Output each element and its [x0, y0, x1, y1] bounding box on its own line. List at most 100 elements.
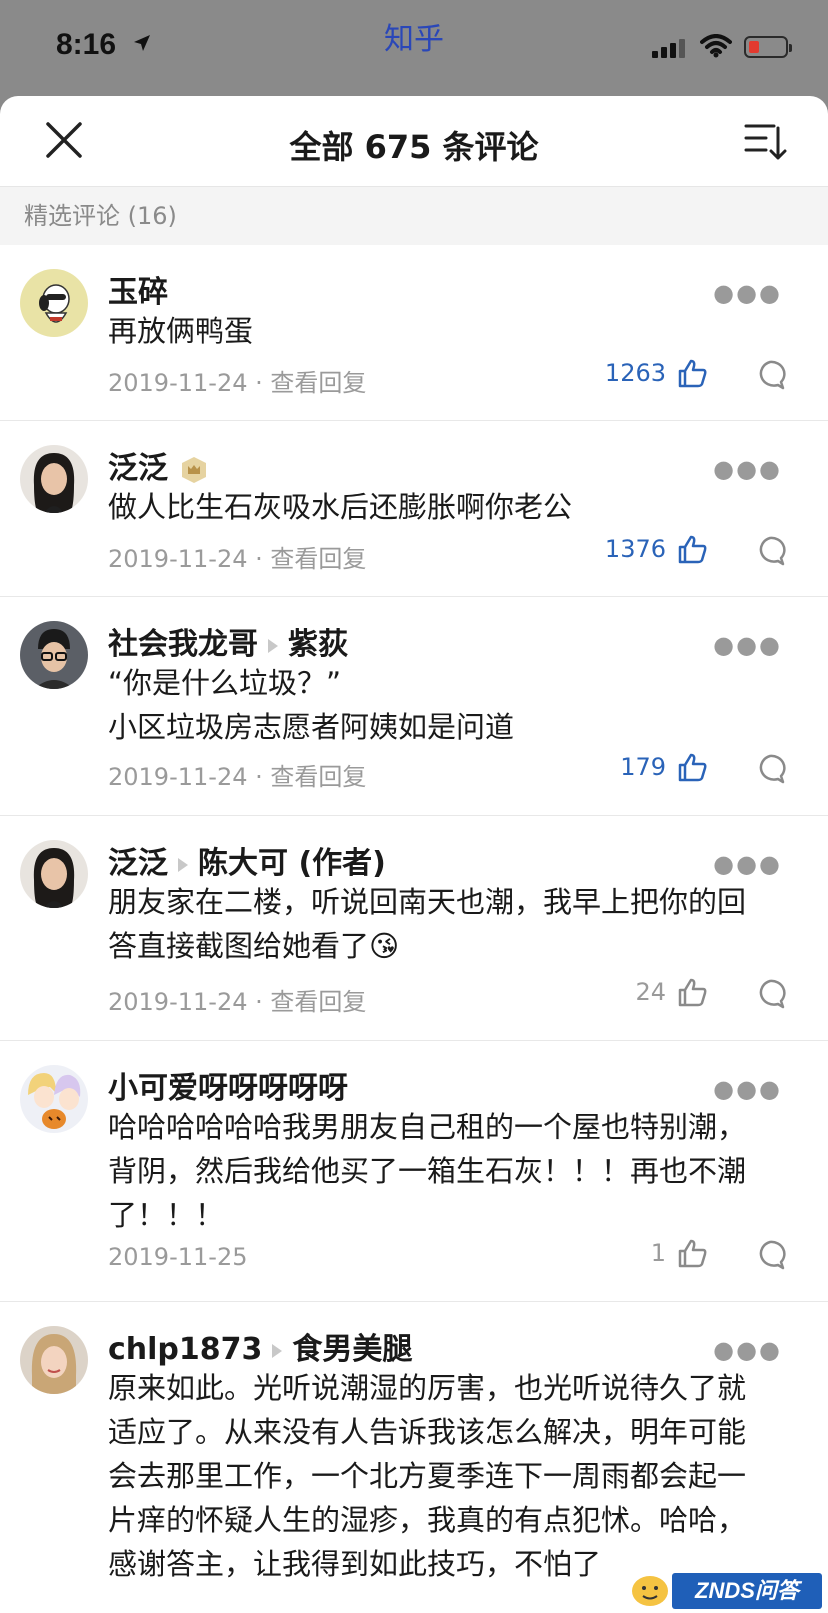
reply-icon[interactable] [754, 359, 786, 391]
comments-sheet: 全部 675 条评论 精选评论 (16) 玉碎 ●●● 再放俩鸭蛋 2019-1… [0, 96, 828, 1613]
watermark-logo: ZNDS问答 [672, 1573, 822, 1609]
view-replies-link[interactable]: · 查看回复 [255, 369, 366, 397]
comment-line: 背阴，然后我给他买了一箱生石灰！！！再也不潮 [108, 1154, 747, 1188]
comment-item: chlp1873 食男美腿 ●●● 原来如此。光听说潮湿的厉害，也光听说待久了就 … [0, 1302, 828, 1613]
more-options-icon[interactable]: ●●● [713, 279, 782, 307]
comment-author[interactable]: 小可爱呀呀呀呀呀 [108, 1063, 348, 1107]
view-replies-link[interactable]: · 查看回复 [255, 763, 366, 791]
cellular-signal-icon [652, 39, 685, 58]
comment-content: 朋友家在二楼，听说回南天也潮，我早上把你的回 答直接截图给她看了😘 [108, 880, 786, 968]
more-options-icon[interactable]: ●●● [713, 1075, 782, 1103]
like-button[interactable]: 1263 [605, 357, 708, 389]
thumbs-up-icon [678, 359, 707, 388]
featured-comments-header: 精选评论 (16) [0, 187, 828, 245]
thumbs-up-icon [678, 978, 707, 1007]
reply-arrow-icon [272, 1343, 283, 1358]
comment-line: 原来如此。光听说潮湿的厉害，也光听说待久了就 [108, 1371, 747, 1405]
reply-to-name[interactable]: 陈大可 (作者) [198, 846, 386, 881]
reply-icon[interactable] [754, 978, 786, 1010]
reply-icon[interactable] [754, 1239, 786, 1271]
like-button[interactable]: 179 [620, 751, 708, 783]
comment-author[interactable]: 泛泛 陈大可 (作者) [108, 838, 386, 882]
wifi-icon [700, 34, 732, 58]
reply-to-name[interactable]: 食男美腿 [292, 1332, 412, 1367]
comment-date: 2019-11-25 [108, 1243, 248, 1271]
more-options-icon[interactable]: ●●● [713, 631, 782, 659]
like-count: 1 [650, 1239, 666, 1267]
author-name[interactable]: chlp1873 [108, 1332, 262, 1367]
status-bar: 8:16 知乎 [0, 0, 828, 100]
comment-line: 再放俩鸭蛋 [108, 314, 254, 348]
more-options-icon[interactable]: ●●● [713, 1336, 782, 1364]
like-button[interactable]: 24 [635, 976, 708, 1008]
avatar[interactable] [20, 269, 88, 337]
like-button[interactable]: 1376 [605, 533, 708, 565]
comment-line: 适应了。从来没有人告诉我该怎么解决，明年可能 [108, 1415, 747, 1449]
comment-item: 小可爱呀呀呀呀呀 ●●● 哈哈哈哈哈哈我男朋友自己租的一个屋也特别潮， 背阴，然… [0, 1041, 828, 1302]
crown-badge-icon [182, 456, 206, 483]
comment-content: 哈哈哈哈哈哈我男朋友自己租的一个屋也特别潮， 背阴，然后我给他买了一箱生石灰！！… [108, 1105, 786, 1237]
sort-icon[interactable] [744, 120, 788, 164]
comment-content: “你是什么垃圾？” 小区垃圾房志愿者阿姨如是问道 [108, 661, 786, 749]
comment-line: 了！！！ [108, 1198, 225, 1232]
thumbs-up-icon [678, 753, 707, 782]
author-name[interactable]: 泛泛 [108, 451, 168, 486]
comment-line: 朋友家在二楼，听说回南天也潮，我早上把你的回 [108, 885, 747, 919]
comment-meta: 2019-11-24 · 查看回复 [108, 982, 366, 1017]
reply-arrow-icon [268, 638, 278, 653]
comment-item: 泛泛 陈大可 (作者) ●●● 朋友家在二楼，听说回南天也潮，我早上把你的回 答直… [0, 816, 828, 1041]
author-name[interactable]: 小可爱呀呀呀呀呀 [108, 1071, 348, 1106]
view-replies-link[interactable]: · 查看回复 [255, 545, 366, 573]
comment-author[interactable]: 泛泛 [108, 443, 208, 487]
avatar[interactable] [20, 621, 88, 689]
comment-date: 2019-11-24 [108, 763, 248, 791]
avatar[interactable] [20, 1065, 88, 1133]
reply-arrow-icon [178, 857, 188, 872]
comment-item: 社会我龙哥 紫荻 ●●● “你是什么垃圾？” 小区垃圾房志愿者阿姨如是问道 201… [0, 597, 828, 816]
watermark-emoji-icon [632, 1576, 668, 1606]
avatar[interactable] [20, 840, 88, 908]
comment-line: 会去那里工作，一个北方夏季连下一周雨都会起一 [108, 1459, 747, 1493]
comment-content: 做人比生石灰吸水后还膨胀啊你老公 [108, 485, 786, 529]
comment-item: 泛泛 ●●● 做人比生石灰吸水后还膨胀啊你老公 2019-11-24 · 查看回… [0, 421, 828, 597]
like-button[interactable]: 1 [651, 1237, 708, 1269]
more-options-icon[interactable]: ●●● [713, 850, 782, 878]
comment-date: 2019-11-24 [108, 988, 248, 1016]
sheet-title: 全部 675 条评论 [289, 128, 539, 166]
comment-content: 原来如此。光听说潮湿的厉害，也光听说待久了就 适应了。从来没有人告诉我该怎么解决… [108, 1366, 786, 1586]
comment-meta: 2019-11-25 [108, 1243, 247, 1271]
comment-meta: 2019-11-24 · 查看回复 [108, 363, 366, 398]
avatar[interactable] [20, 1326, 88, 1394]
thumbs-up-icon [678, 535, 707, 564]
like-count: 24 [635, 978, 666, 1006]
comment-item: 玉碎 ●●● 再放俩鸭蛋 2019-11-24 · 查看回复 1263 [0, 245, 828, 421]
avatar[interactable] [20, 445, 88, 513]
like-count: 1376 [604, 535, 666, 563]
reply-to-name[interactable]: 紫荻 [288, 627, 348, 662]
reply-icon[interactable] [754, 535, 786, 567]
author-name[interactable]: 泛泛 [108, 846, 168, 881]
more-options-icon[interactable]: ●●● [713, 455, 782, 483]
author-name[interactable]: 社会我龙哥 [108, 627, 258, 662]
comment-author[interactable]: chlp1873 食男美腿 [108, 1324, 412, 1368]
comment-meta: 2019-11-24 · 查看回复 [108, 539, 366, 574]
comment-content: 再放俩鸭蛋 [108, 309, 786, 353]
sheet-header: 全部 675 条评论 [0, 96, 828, 187]
comment-line: 答直接截图给她看了😘 [108, 929, 400, 963]
author-name[interactable]: 玉碎 [108, 275, 168, 310]
thumbs-up-icon [678, 1239, 707, 1268]
comment-line: “你是什么垃圾？” [108, 666, 342, 700]
view-replies-link[interactable]: · 查看回复 [255, 988, 366, 1016]
comment-date: 2019-11-24 [108, 369, 248, 397]
comment-line: 做人比生石灰吸水后还膨胀啊你老公 [108, 490, 573, 524]
like-count: 179 [620, 753, 666, 781]
comment-line: 小区垃圾房志愿者阿姨如是问道 [108, 710, 515, 744]
comment-date: 2019-11-24 [108, 545, 248, 573]
battery-icon [744, 36, 792, 58]
comment-line: 片痒的怀疑人生的湿疹，我真的有点犯怵。哈哈， [108, 1503, 747, 1537]
comment-line: 哈哈哈哈哈哈我男朋友自己租的一个屋也特别潮， [108, 1110, 747, 1144]
comment-author[interactable]: 玉碎 [108, 267, 168, 311]
reply-icon[interactable] [754, 753, 786, 785]
comment-meta: 2019-11-24 · 查看回复 [108, 757, 366, 792]
comment-author[interactable]: 社会我龙哥 紫荻 [108, 619, 348, 663]
